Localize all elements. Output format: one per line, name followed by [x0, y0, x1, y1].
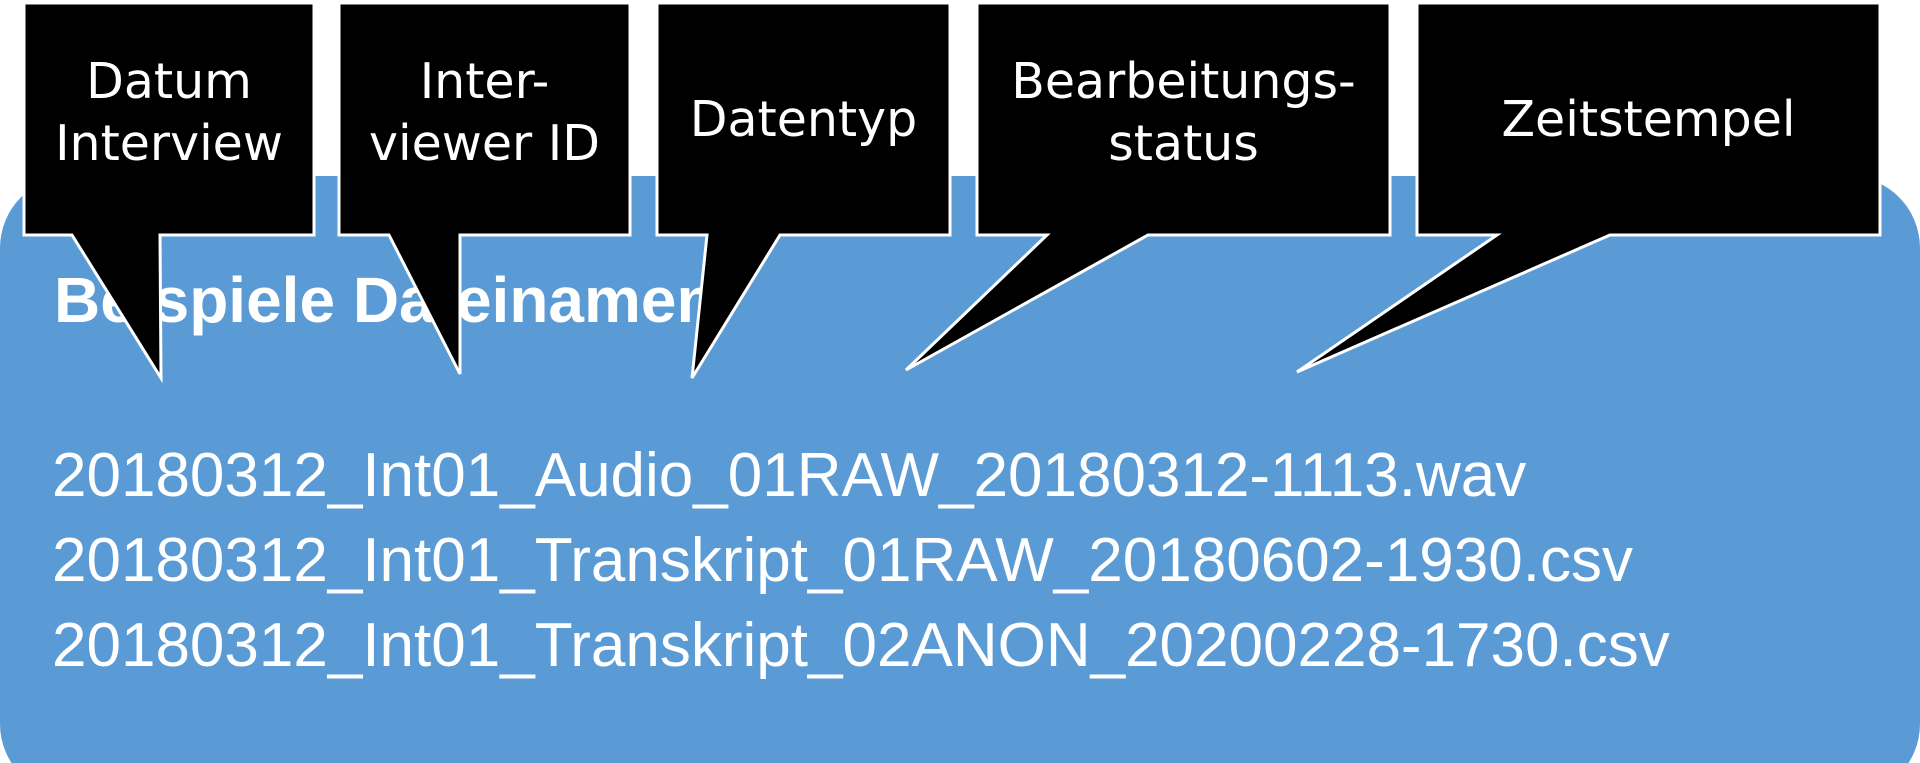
callout-datentyp: Datentyp	[689, 91, 918, 148]
callout-bearbeitungsstatus: Bearbeitungs- status	[1011, 53, 1356, 172]
callout-datum-interview: Datum Interview	[55, 53, 283, 172]
callout-zeitstempel: Zeitstempel	[1501, 91, 1796, 148]
callout-interviewer-id: Inter- viewer ID	[369, 53, 600, 172]
diagram-canvas: Beispiele Dateinamen 20180312_Int01_Audi…	[0, 0, 1920, 763]
